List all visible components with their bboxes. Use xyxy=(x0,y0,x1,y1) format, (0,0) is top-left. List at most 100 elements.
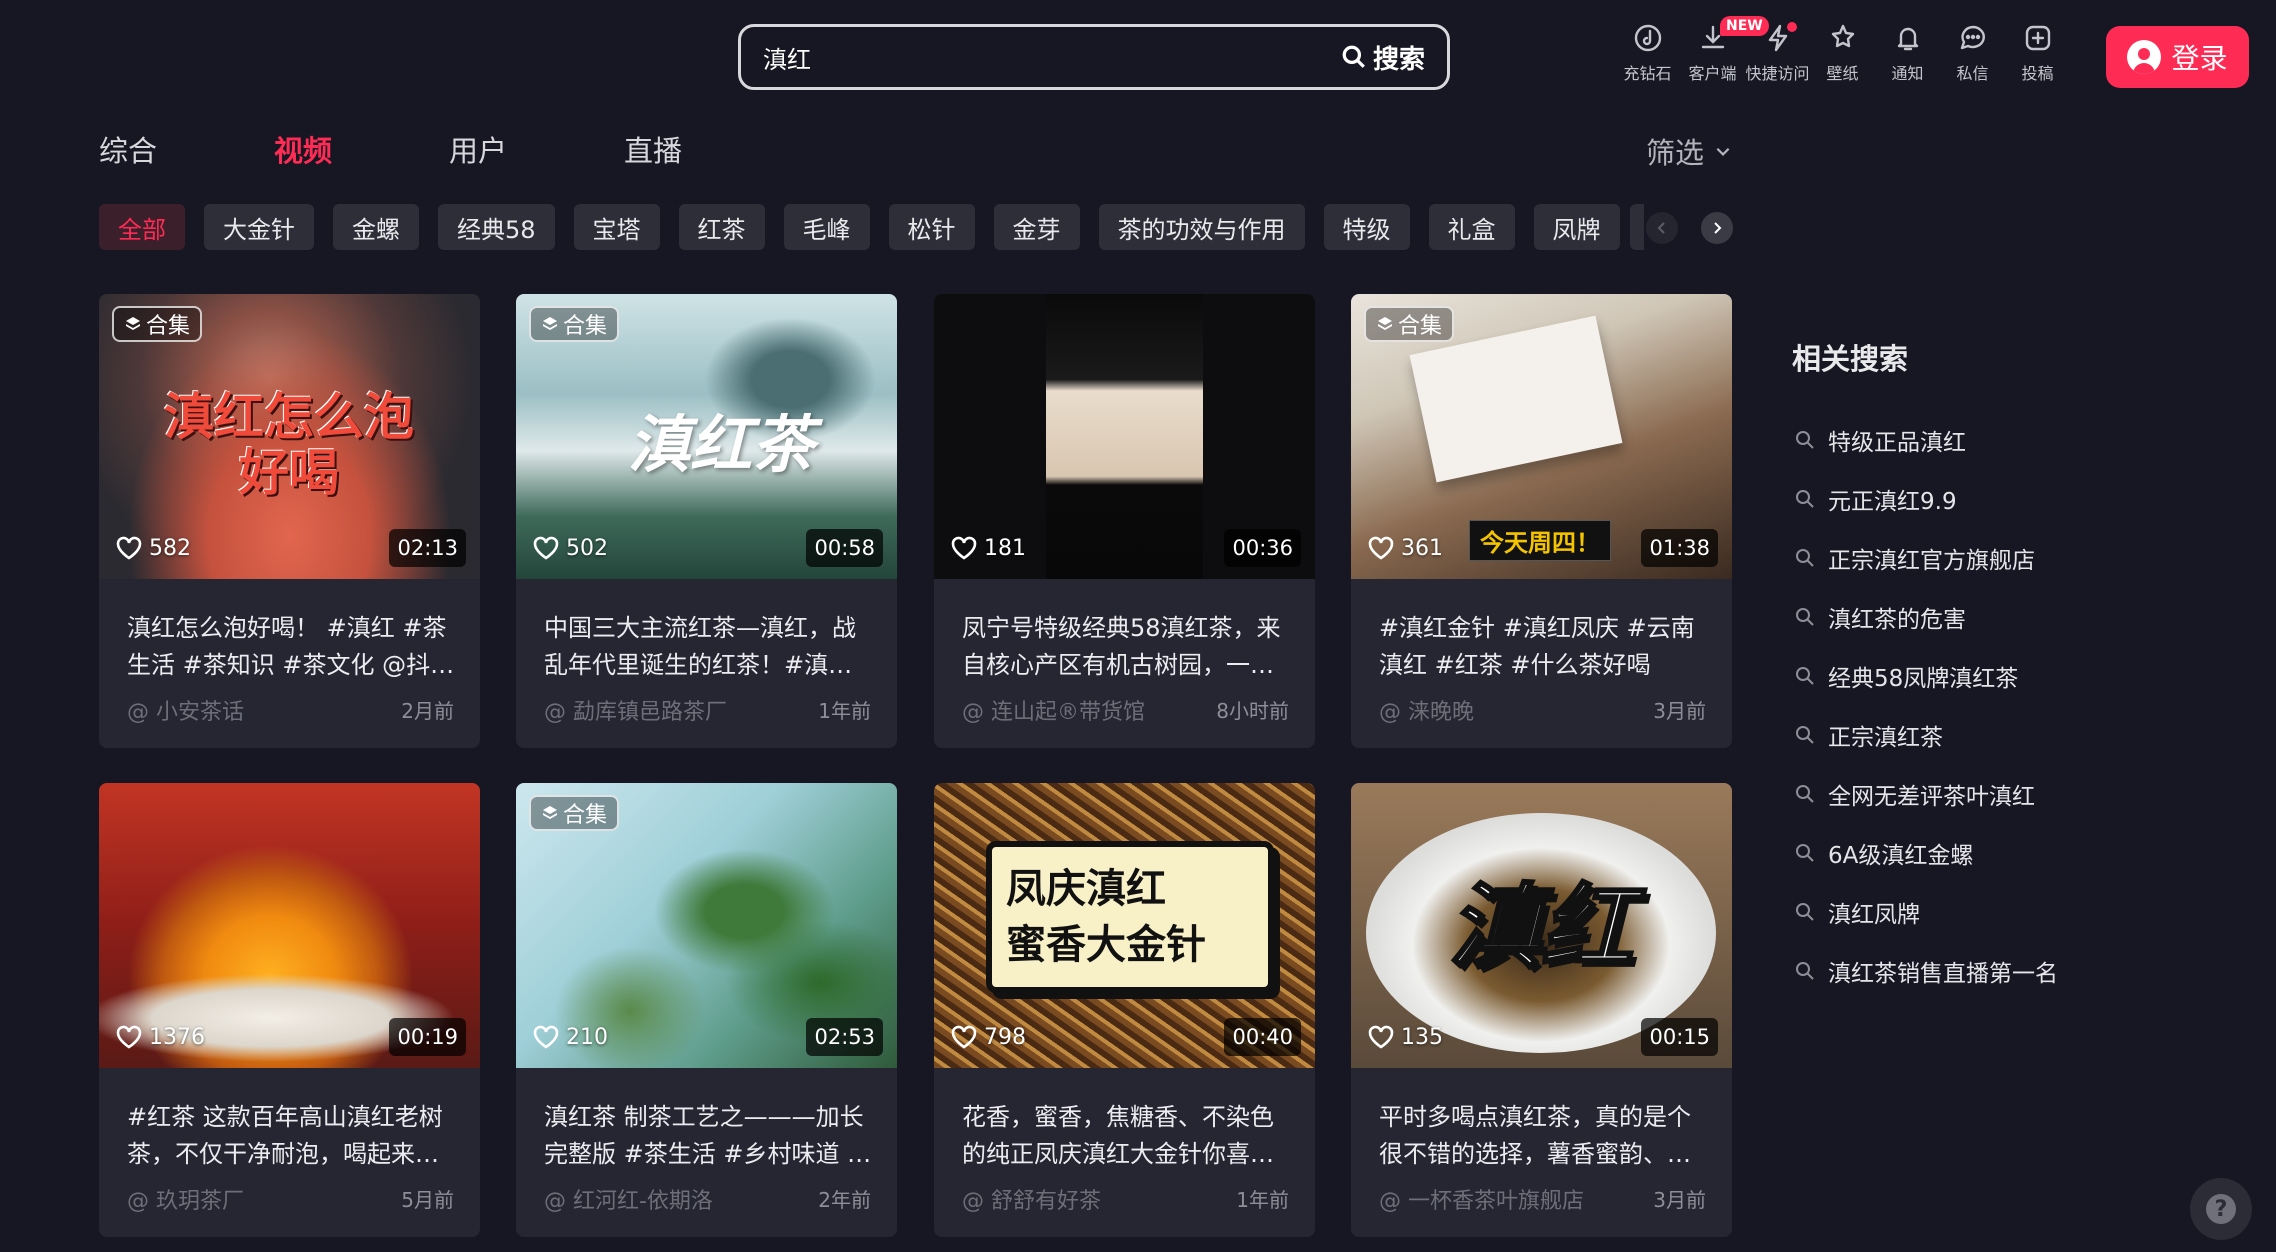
chip[interactable]: 宝塔 xyxy=(573,204,660,250)
video-card[interactable]: 滇红茶 合集 502 00:58 中国三大主流红茶—滇红，战乱年代里诞生的红茶！… xyxy=(516,294,897,748)
like-count-value: 361 xyxy=(1401,535,1443,561)
chip[interactable]: 红茶 xyxy=(678,204,765,250)
chip[interactable]: 特级 xyxy=(1323,204,1410,250)
video-card[interactable]: 凤庆滇红 蜜香大金针 798 00:40 花香，蜜香，焦糖香、不染色的纯正凤庆滇… xyxy=(934,783,1315,1237)
chip[interactable]: 礼盒 xyxy=(1428,204,1515,250)
chip[interactable]: 茶的功效与作用 xyxy=(1098,204,1305,250)
header-icon-label: 通知 xyxy=(1891,64,1924,83)
search-icon xyxy=(1796,607,1814,626)
related-search-item[interactable]: 特级正品滇红 xyxy=(1794,410,2058,469)
video-author[interactable]: @ 一杯香茶叶旗舰店 xyxy=(1379,1183,1584,1215)
header-icon-label: 壁纸 xyxy=(1826,64,1859,83)
video-duration: 00:58 xyxy=(806,529,883,567)
chip[interactable]: 松针 xyxy=(888,204,975,250)
thumbnail-text: 滇红怎么泡 好喝 xyxy=(164,388,414,502)
related-search-item[interactable]: 正宗滇红茶 xyxy=(1794,705,2058,764)
related-search-item[interactable]: 全网无差评茶叶滇红 xyxy=(1794,764,2058,823)
related-searches-list: 特级正品滇红 元正滇红9.9 正宗滇红官方旗舰店 滇红茶的危害 经典58凤牌滇红… xyxy=(1794,410,2058,1000)
client-download-button[interactable]: NEW 客户端 xyxy=(1680,16,1769,84)
video-card[interactable]: 今天周四！ 合集 361 01:38 #滇红金针 #滇红凤庆 #云南滇红 #红茶… xyxy=(1351,294,1732,748)
video-thumbnail: 今天周四！ 合集 361 01:38 xyxy=(1351,294,1732,579)
video-author[interactable]: @ 连山起®带货馆 xyxy=(962,694,1145,726)
collection-label: 合集 xyxy=(563,314,608,339)
video-duration: 01:38 xyxy=(1641,529,1718,567)
video-author[interactable]: @ 玖玥茶厂 xyxy=(127,1183,244,1215)
chip[interactable]: 凤牌 xyxy=(1533,204,1620,250)
wallpaper-icon xyxy=(1831,24,1854,48)
video-caption: 花香，蜜香，焦糖香、不染色的纯正凤庆滇红大金针你喜… xyxy=(962,1103,1274,1168)
video-card[interactable]: 1376 00:19 #红茶 这款百年高山滇红老树茶，不仅干净耐泡，喝起来… @… xyxy=(99,783,480,1237)
wallpaper-button[interactable]: 壁纸 xyxy=(1810,22,1875,84)
collection-badge: 合集 xyxy=(529,306,620,342)
video-date: 8小时前 xyxy=(1216,699,1289,723)
heart-icon xyxy=(951,536,977,560)
search-icon xyxy=(1796,784,1814,803)
related-search-item[interactable]: 6A级滇红金螺 xyxy=(1794,823,2058,882)
video-card[interactable]: 181 00:36 凤宁号特级经典58滇红茶，来自核心产区有机古树园，一… @ … xyxy=(934,294,1315,748)
related-search-label: 经典58凤牌滇红茶 xyxy=(1828,665,2019,692)
video-author[interactable]: @ 勐库镇邑路茶厂 xyxy=(544,694,727,726)
login-button[interactable]: 登录 xyxy=(2106,26,2249,88)
search-button[interactable]: 搜索 xyxy=(1341,39,1447,76)
layers-icon xyxy=(543,806,557,819)
search-icon xyxy=(1796,843,1814,862)
login-label: 登录 xyxy=(2171,42,2228,75)
collection-badge: 合集 xyxy=(529,795,620,831)
diamond-icon xyxy=(1634,24,1661,52)
thumbnail-text: 滇红 xyxy=(1447,873,1634,983)
layers-icon xyxy=(126,317,140,330)
video-date: 5月前 xyxy=(401,1188,454,1212)
search-input[interactable] xyxy=(741,43,1341,71)
chip[interactable]: 经典58 xyxy=(438,204,555,250)
video-duration: 02:13 xyxy=(389,529,466,567)
video-author[interactable]: @ 小安茶话 xyxy=(127,694,244,726)
collection-badge: 合集 xyxy=(1364,306,1455,342)
video-card[interactable]: 滇红怎么泡 好喝 合集 582 02:13 滇红怎么泡好喝！ #滇红 #茶生活 … xyxy=(99,294,480,748)
video-date: 1年前 xyxy=(818,699,871,723)
video-card[interactable]: 合集 210 02:53 滇红茶 制茶工艺之———加长完整版 #茶生活 #乡村味… xyxy=(516,783,897,1237)
related-search-item[interactable]: 滇红凤牌 xyxy=(1794,882,2058,941)
header-icon-label: 投稿 xyxy=(2021,64,2054,83)
video-author[interactable]: @ 舒舒有好茶 xyxy=(962,1183,1101,1215)
like-count: 502 xyxy=(532,535,608,561)
filter-button[interactable]: 筛选 xyxy=(1646,130,1732,172)
tab-video[interactable]: 视频 xyxy=(274,128,449,170)
thumbnail-text: 今天周四！ xyxy=(1469,520,1611,561)
related-search-label: 全网无差评茶叶滇红 xyxy=(1828,783,2035,810)
related-search-item[interactable]: 滇红茶销售直播第一名 xyxy=(1794,941,2058,1000)
tab-comprehensive[interactable]: 综合 xyxy=(99,128,274,170)
quick-access-button[interactable]: 快捷访问 xyxy=(1745,22,1810,84)
message-icon xyxy=(1960,25,1985,50)
video-caption: 中国三大主流红茶—滇红，战乱年代里诞生的红茶！#滇… xyxy=(544,614,856,679)
upload-button[interactable]: 投稿 xyxy=(2005,22,2070,84)
recharge-diamond-button[interactable]: 充钻石 xyxy=(1615,22,1680,84)
video-author[interactable]: @ 红河红-依期洛 xyxy=(544,1183,713,1215)
video-card[interactable]: 滇红 135 00:15 平时多喝点滇红茶，真的是个很不错的选择，薯香蜜韵、… … xyxy=(1351,783,1732,1237)
chip[interactable]: 毛峰 xyxy=(783,204,870,250)
like-count: 798 xyxy=(950,1024,1026,1050)
search-icon xyxy=(1796,666,1814,685)
video-author[interactable]: @ 涞晚晚 xyxy=(1379,694,1474,726)
header-icon-label: 充钻石 xyxy=(1623,64,1672,83)
chips-next-button[interactable] xyxy=(1701,212,1733,244)
messages-button[interactable]: 私信 xyxy=(1940,22,2005,84)
tab-live[interactable]: 直播 xyxy=(624,128,682,170)
chip[interactable]: 金螺 xyxy=(333,204,419,250)
help-button[interactable]: ? xyxy=(2190,1178,2252,1240)
notifications-button[interactable]: 通知 xyxy=(1875,22,1940,84)
like-count: 361 xyxy=(1367,535,1443,561)
tab-users[interactable]: 用户 xyxy=(449,128,624,170)
collection-label: 合集 xyxy=(563,803,608,828)
chevron-right-icon xyxy=(1714,222,1722,234)
chip[interactable]: 金芽 xyxy=(993,204,1080,250)
related-search-item[interactable]: 元正滇红9.9 xyxy=(1794,469,2058,528)
video-thumbnail: 凤庆滇红 蜜香大金针 798 00:40 xyxy=(934,783,1315,1068)
related-search-item[interactable]: 经典58凤牌滇红茶 xyxy=(1794,646,2058,705)
chip-all[interactable]: 全部 xyxy=(99,204,185,250)
chip[interactable]: 大金针 xyxy=(204,204,314,250)
related-search-label: 正宗滇红官方旗舰店 xyxy=(1828,547,2035,574)
search-button-label: 搜索 xyxy=(1372,44,1425,75)
related-search-item[interactable]: 正宗滇红官方旗舰店 xyxy=(1794,528,2058,587)
chips-prev-button[interactable] xyxy=(1646,212,1678,244)
related-search-item[interactable]: 滇红茶的危害 xyxy=(1794,587,2058,646)
